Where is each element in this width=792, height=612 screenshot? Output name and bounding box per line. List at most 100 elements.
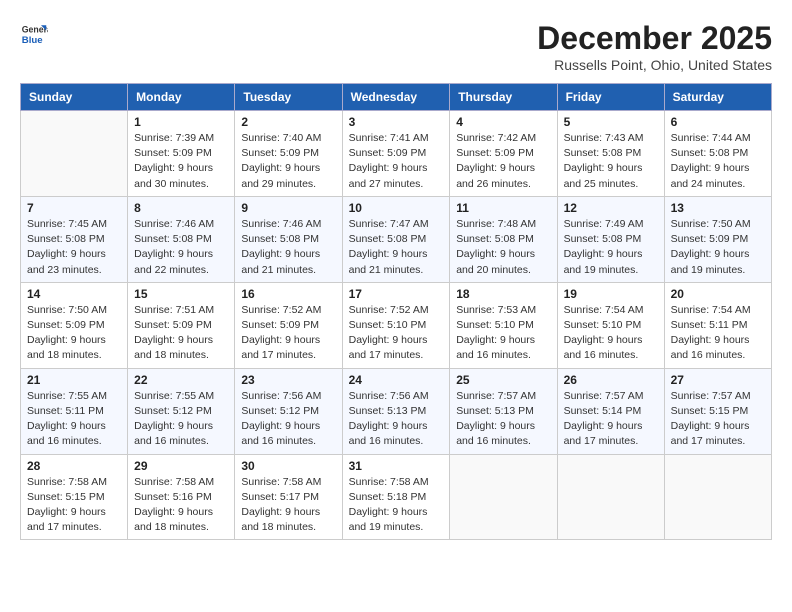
day-number: 28 [27, 459, 121, 473]
calendar-week-row: 28 Sunrise: 7:58 AM Sunset: 5:15 PM Dayli… [21, 454, 772, 540]
day-info: Sunrise: 7:47 AM Sunset: 5:08 PM Dayligh… [349, 217, 444, 278]
day-number: 2 [241, 115, 335, 129]
day-number: 24 [349, 373, 444, 387]
calendar-week-row: 21 Sunrise: 7:55 AM Sunset: 5:11 PM Dayli… [21, 368, 772, 454]
calendar-cell [664, 454, 771, 540]
day-number: 4 [456, 115, 550, 129]
svg-text:Blue: Blue [22, 35, 43, 46]
day-number: 17 [349, 287, 444, 301]
calendar-cell: 10 Sunrise: 7:47 AM Sunset: 5:08 PM Dayli… [342, 196, 450, 282]
calendar-cell: 24 Sunrise: 7:56 AM Sunset: 5:13 PM Dayli… [342, 368, 450, 454]
calendar-cell: 29 Sunrise: 7:58 AM Sunset: 5:16 PM Dayli… [128, 454, 235, 540]
calendar-cell: 4 Sunrise: 7:42 AM Sunset: 5:09 PM Daylig… [450, 111, 557, 197]
page-header: General Blue December 2025 Russells Poin… [20, 20, 772, 73]
calendar-cell: 1 Sunrise: 7:39 AM Sunset: 5:09 PM Daylig… [128, 111, 235, 197]
calendar-cell: 30 Sunrise: 7:58 AM Sunset: 5:17 PM Dayli… [235, 454, 342, 540]
calendar-cell: 19 Sunrise: 7:54 AM Sunset: 5:10 PM Dayli… [557, 282, 664, 368]
day-number: 11 [456, 201, 550, 215]
day-number: 23 [241, 373, 335, 387]
day-number: 19 [564, 287, 658, 301]
title-block: December 2025 Russells Point, Ohio, Unit… [537, 20, 772, 73]
calendar-cell: 17 Sunrise: 7:52 AM Sunset: 5:10 PM Dayli… [342, 282, 450, 368]
day-number: 8 [134, 201, 228, 215]
calendar-cell: 9Sunrise: 7:46 AM Sunset: 5:08 PM Daylig… [235, 196, 342, 282]
day-number: 20 [671, 287, 765, 301]
calendar-cell: 23 Sunrise: 7:56 AM Sunset: 5:12 PM Dayli… [235, 368, 342, 454]
weekday-header: Wednesday [342, 84, 450, 111]
weekday-header: Thursday [450, 84, 557, 111]
calendar-cell: 7 Sunrise: 7:45 AM Sunset: 5:08 PM Daylig… [21, 196, 128, 282]
day-info: Sunrise: 7:46 AM Sunset: 5:08 PM Dayligh… [134, 217, 228, 278]
logo-icon: General Blue [20, 20, 48, 48]
day-info: Sunrise: 7:42 AM Sunset: 5:09 PM Dayligh… [456, 131, 550, 192]
day-info: Sunrise: 7:55 AM Sunset: 5:12 PM Dayligh… [134, 389, 228, 450]
day-number: 1 [134, 115, 228, 129]
day-number: 14 [27, 287, 121, 301]
day-info: Sunrise: 7:58 AM Sunset: 5:15 PM Dayligh… [27, 475, 121, 536]
day-info: Sunrise: 7:41 AM Sunset: 5:09 PM Dayligh… [349, 131, 444, 192]
day-info: Sunrise: 7:56 AM Sunset: 5:13 PM Dayligh… [349, 389, 444, 450]
day-info: Sunrise: 7:52 AM Sunset: 5:09 PM Dayligh… [241, 303, 335, 364]
calendar-cell [450, 454, 557, 540]
day-number: 13 [671, 201, 765, 215]
calendar-week-row: 7 Sunrise: 7:45 AM Sunset: 5:08 PM Daylig… [21, 196, 772, 282]
day-number: 31 [349, 459, 444, 473]
day-info: Sunrise: 7:54 AM Sunset: 5:11 PM Dayligh… [671, 303, 765, 364]
day-number: 7 [27, 201, 121, 215]
calendar-cell [557, 454, 664, 540]
calendar-week-row: 14Sunrise: 7:50 AM Sunset: 5:09 PM Dayli… [21, 282, 772, 368]
day-number: 15 [134, 287, 228, 301]
calendar-cell: 15 Sunrise: 7:51 AM Sunset: 5:09 PM Dayli… [128, 282, 235, 368]
day-info: Sunrise: 7:43 AM Sunset: 5:08 PM Dayligh… [564, 131, 658, 192]
day-info: Sunrise: 7:55 AM Sunset: 5:11 PM Dayligh… [27, 389, 121, 450]
day-number: 27 [671, 373, 765, 387]
day-info: Sunrise: 7:51 AM Sunset: 5:09 PM Dayligh… [134, 303, 228, 364]
calendar-cell: 2 Sunrise: 7:40 AM Sunset: 5:09 PM Daylig… [235, 111, 342, 197]
calendar-cell: 13 Sunrise: 7:50 AM Sunset: 5:09 PM Dayli… [664, 196, 771, 282]
weekday-header: Monday [128, 84, 235, 111]
day-number: 16 [241, 287, 335, 301]
day-number: 10 [349, 201, 444, 215]
weekday-header: Sunday [21, 84, 128, 111]
calendar-cell: 21 Sunrise: 7:55 AM Sunset: 5:11 PM Dayli… [21, 368, 128, 454]
month-title: December 2025 [537, 20, 772, 57]
weekday-header: Friday [557, 84, 664, 111]
calendar-cell: 26Sunrise: 7:57 AM Sunset: 5:14 PM Dayli… [557, 368, 664, 454]
day-number: 21 [27, 373, 121, 387]
day-info: Sunrise: 7:48 AM Sunset: 5:08 PM Dayligh… [456, 217, 550, 278]
day-info: Sunrise: 7:52 AM Sunset: 5:10 PM Dayligh… [349, 303, 444, 364]
day-info: Sunrise: 7:58 AM Sunset: 5:16 PM Dayligh… [134, 475, 228, 536]
day-info: Sunrise: 7:54 AM Sunset: 5:10 PM Dayligh… [564, 303, 658, 364]
calendar-cell: 25 Sunrise: 7:57 AM Sunset: 5:13 PM Dayli… [450, 368, 557, 454]
calendar-week-row: 1 Sunrise: 7:39 AM Sunset: 5:09 PM Daylig… [21, 111, 772, 197]
day-number: 5 [564, 115, 658, 129]
calendar-cell: 14Sunrise: 7:50 AM Sunset: 5:09 PM Dayli… [21, 282, 128, 368]
calendar-header-row: SundayMondayTuesdayWednesdayThursdayFrid… [21, 84, 772, 111]
day-info: Sunrise: 7:50 AM Sunset: 5:09 PM Dayligh… [671, 217, 765, 278]
day-info: Sunrise: 7:40 AM Sunset: 5:09 PM Dayligh… [241, 131, 335, 192]
day-info: Sunrise: 7:53 AM Sunset: 5:10 PM Dayligh… [456, 303, 550, 364]
day-number: 29 [134, 459, 228, 473]
logo: General Blue [20, 20, 48, 48]
day-number: 3 [349, 115, 444, 129]
day-info: Sunrise: 7:39 AM Sunset: 5:09 PM Dayligh… [134, 131, 228, 192]
calendar-cell: 5 Sunrise: 7:43 AM Sunset: 5:08 PM Daylig… [557, 111, 664, 197]
calendar-cell: 18Sunrise: 7:53 AM Sunset: 5:10 PM Dayli… [450, 282, 557, 368]
day-number: 9 [241, 201, 335, 215]
day-number: 22 [134, 373, 228, 387]
day-number: 6 [671, 115, 765, 129]
day-info: Sunrise: 7:57 AM Sunset: 5:13 PM Dayligh… [456, 389, 550, 450]
day-info: Sunrise: 7:57 AM Sunset: 5:15 PM Dayligh… [671, 389, 765, 450]
day-number: 25 [456, 373, 550, 387]
calendar-cell: 22 Sunrise: 7:55 AM Sunset: 5:12 PM Dayli… [128, 368, 235, 454]
calendar-cell: 20 Sunrise: 7:54 AM Sunset: 5:11 PM Dayli… [664, 282, 771, 368]
calendar-cell: 8 Sunrise: 7:46 AM Sunset: 5:08 PM Daylig… [128, 196, 235, 282]
day-number: 30 [241, 459, 335, 473]
day-info: Sunrise: 7:57 AM Sunset: 5:14 PM Dayligh… [564, 389, 658, 450]
day-info: Sunrise: 7:56 AM Sunset: 5:12 PM Dayligh… [241, 389, 335, 450]
day-info: Sunrise: 7:45 AM Sunset: 5:08 PM Dayligh… [27, 217, 121, 278]
calendar-cell: 28 Sunrise: 7:58 AM Sunset: 5:15 PM Dayli… [21, 454, 128, 540]
day-info: Sunrise: 7:58 AM Sunset: 5:17 PM Dayligh… [241, 475, 335, 536]
day-info: Sunrise: 7:58 AM Sunset: 5:18 PM Dayligh… [349, 475, 444, 536]
calendar-table: SundayMondayTuesdayWednesdayThursdayFrid… [20, 83, 772, 540]
